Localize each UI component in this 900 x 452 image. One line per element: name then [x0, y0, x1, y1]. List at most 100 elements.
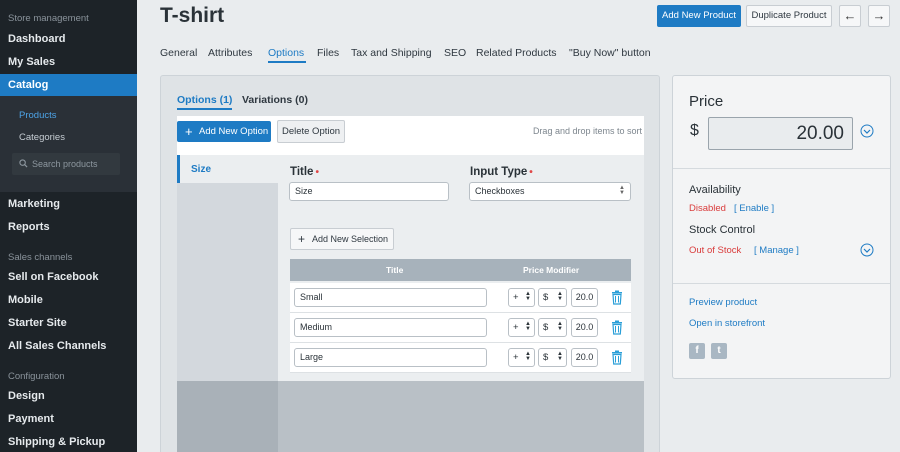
page-title: T-shirt [160, 4, 225, 27]
add-new-option-label: Add New Option [199, 126, 269, 137]
select-caret-icon: ▲ ▼ [619, 185, 625, 196]
sidebar-item-my-sales[interactable]: My Sales [8, 56, 55, 68]
tab-seo[interactable]: SEO [444, 47, 466, 59]
active-subtab-indicator [177, 108, 232, 110]
tab-attributes[interactable]: Attributes [208, 47, 252, 59]
tab-buy-now-button[interactable]: "Buy Now" button [569, 47, 651, 59]
sidebar-item-sell-on-facebook[interactable]: Sell on Facebook [8, 271, 98, 283]
open-in-storefront-link[interactable]: Open in storefront [689, 318, 765, 329]
subtab-variations[interactable]: Variations (0) [242, 94, 308, 106]
next-product-button[interactable]: → [868, 5, 890, 27]
sidebar: Store management Dashboard My Sales Cata… [0, 0, 137, 452]
select-caret-icon: ▲ ▼ [557, 291, 563, 302]
modifier-sign-select[interactable]: + ▲ ▼ [508, 348, 535, 367]
table-row: Small + ▲ ▼ $ ▲ ▼ 20.0 [290, 283, 631, 313]
sidebar-item-reports[interactable]: Reports [8, 221, 50, 233]
active-item-indicator [177, 155, 180, 183]
selection-name-input[interactable]: Medium [294, 318, 487, 337]
sidebar-subitem-categories[interactable]: Categories [19, 132, 65, 143]
search-icon [19, 159, 28, 168]
availability-label: Availability [689, 184, 741, 196]
selection-name-input[interactable]: Large [294, 348, 487, 367]
sidebar-item-all-sales-channels[interactable]: All Sales Channels [8, 340, 106, 352]
divider [673, 283, 890, 284]
plus-icon: + [298, 232, 306, 246]
select-caret-icon: ▲ ▼ [525, 321, 531, 332]
table-row: Large + ▲ ▼ $ ▲ ▼ 20.0 [290, 343, 631, 373]
option-list-item-label: Size [191, 164, 212, 175]
tab-tax-and-shipping[interactable]: Tax and Shipping [351, 47, 432, 59]
table-row: Medium + ▲ ▼ $ ▲ ▼ 20.0 [290, 313, 631, 343]
drag-hint: Drag and drop items to sort [532, 126, 642, 136]
add-new-selection-label: Add New Selection [312, 234, 389, 244]
add-new-option-button[interactable]: + Add New Option [177, 121, 271, 142]
modifier-value-input[interactable]: 20.0 [571, 348, 598, 367]
sidebar-heading-configuration: Configuration [8, 371, 65, 382]
duplicate-product-button[interactable]: Duplicate Product [746, 5, 832, 27]
sidebar-item-dashboard[interactable]: Dashboard [8, 33, 65, 45]
select-caret-icon: ▲ ▼ [557, 351, 563, 362]
select-caret-icon: ▲ ▼ [525, 291, 531, 302]
sidebar-heading-store-management: Store management [8, 13, 89, 24]
sidebar-item-label: Catalog [8, 79, 49, 91]
active-tab-indicator [268, 61, 306, 63]
modifier-unit-select[interactable]: $ ▲ ▼ [538, 318, 567, 337]
modifier-sign-select[interactable]: + ▲ ▼ [508, 318, 535, 337]
selection-name-input[interactable]: Small [294, 288, 487, 307]
option-list [177, 155, 278, 381]
sidebar-item-design[interactable]: Design [8, 390, 45, 402]
sidebar-subitem-products[interactable]: Products [19, 110, 57, 121]
arrow-left-icon: ← [843, 8, 857, 23]
stock-control-label: Stock Control [689, 224, 756, 236]
sidebar-item-shipping-pickup[interactable]: Shipping & Pickup [8, 436, 105, 448]
option-list-item-size[interactable]: Size [177, 155, 278, 183]
price-input[interactable]: 20.00 [708, 117, 853, 150]
modifier-value-input[interactable]: 20.0 [571, 318, 598, 337]
trash-icon[interactable] [611, 320, 623, 335]
modifier-sign-select[interactable]: + ▲ ▼ [508, 288, 535, 307]
enable-link[interactable]: [ Enable ] [734, 203, 774, 214]
divider [673, 168, 890, 169]
tab-options[interactable]: Options [268, 47, 304, 59]
sidebar-item-payment[interactable]: Payment [8, 413, 54, 425]
sidebar-item-starter-site[interactable]: Starter Site [8, 317, 67, 329]
manage-link[interactable]: [ Manage ] [754, 245, 799, 256]
column-title: Title [386, 265, 404, 275]
chevron-down-icon[interactable] [860, 124, 874, 138]
price-heading: Price [689, 93, 724, 110]
tab-general[interactable]: General [160, 47, 197, 59]
arrow-right-icon: → [872, 8, 886, 23]
preview-product-link[interactable]: Preview product [689, 297, 757, 308]
sidebar-item-marketing[interactable]: Marketing [8, 198, 60, 210]
stock-status: Out of Stock [689, 245, 742, 256]
option-title-input[interactable]: Size [289, 182, 449, 201]
modifier-value-input[interactable]: 20.0 [571, 288, 598, 307]
selections-table-header: Title Price Modifier [290, 259, 631, 281]
sidebar-search-input[interactable]: Search products [12, 153, 120, 175]
sidebar-item-catalog[interactable]: Catalog [0, 74, 137, 96]
subtab-options[interactable]: Options (1) [177, 94, 232, 106]
plus-icon: + [185, 124, 193, 139]
facebook-icon[interactable]: f [689, 343, 705, 359]
modifier-unit-select[interactable]: $ ▲ ▼ [538, 288, 567, 307]
modifier-unit-select[interactable]: $ ▲ ▼ [538, 348, 567, 367]
title-field-label: Title • [290, 166, 319, 178]
delete-option-button[interactable]: Delete Option [277, 120, 345, 143]
sidebar-item-mobile[interactable]: Mobile [8, 294, 43, 306]
chevron-down-icon[interactable] [860, 243, 874, 257]
input-type-field-label: Input Type • [470, 166, 533, 178]
trash-icon[interactable] [611, 350, 623, 365]
previous-product-button[interactable]: ← [839, 5, 861, 27]
add-new-product-button[interactable]: Add New Product [657, 5, 741, 27]
input-type-value: Checkboxes [475, 186, 525, 196]
tab-files[interactable]: Files [317, 47, 339, 59]
trash-icon[interactable] [611, 290, 623, 305]
select-caret-icon: ▲ ▼ [525, 351, 531, 362]
search-placeholder: Search products [32, 159, 98, 169]
twitter-icon[interactable]: t [711, 343, 727, 359]
dimmed-area [177, 381, 644, 452]
add-new-selection-button[interactable]: + Add New Selection [290, 228, 394, 250]
tab-related-products[interactable]: Related Products [476, 47, 557, 59]
required-marker: • [529, 167, 533, 178]
input-type-select[interactable]: Checkboxes ▲ ▼ [469, 182, 631, 201]
